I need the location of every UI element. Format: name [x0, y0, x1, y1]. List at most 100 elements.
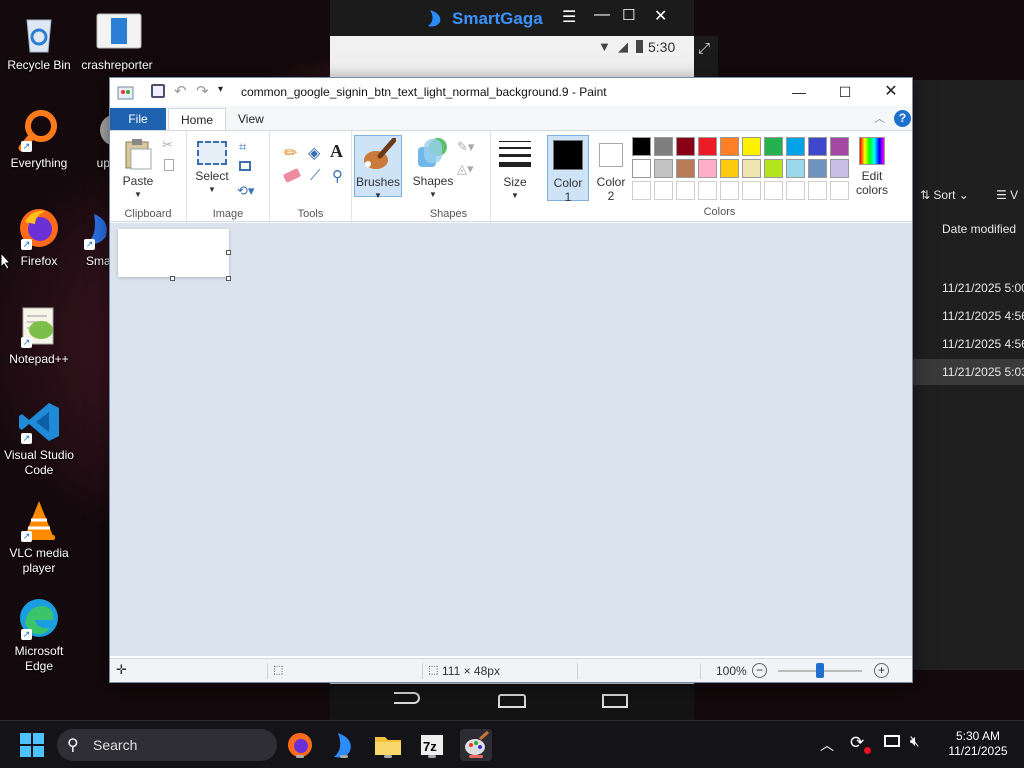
minimize-icon[interactable]: —	[594, 6, 610, 24]
zoom-slider-thumb[interactable]	[816, 663, 824, 678]
palette-swatch[interactable]	[698, 181, 717, 200]
undo-icon[interactable]: ↶	[174, 82, 187, 100]
palette-swatch[interactable]	[764, 137, 783, 156]
maximize-icon[interactable]: ☐	[622, 6, 635, 24]
drawing-canvas[interactable]	[118, 229, 229, 277]
help-icon[interactable]: ?	[894, 110, 911, 127]
palette-swatch[interactable]	[654, 181, 673, 200]
file-explorer-window[interactable]: ⇅ Sort ⌄ ☰ V Date modified 11/21/2025 5:…	[912, 80, 1024, 670]
network-icon[interactable]	[884, 735, 900, 747]
rotate-icon[interactable]: ⟲▾	[237, 183, 254, 199]
copy-icon[interactable]	[164, 159, 174, 171]
collapse-ribbon-icon[interactable]: ︿	[874, 110, 885, 126]
palette-swatch[interactable]	[808, 137, 827, 156]
pencil-icon[interactable]: ✏	[284, 143, 297, 163]
palette-swatch[interactable]	[720, 137, 739, 156]
tab-view[interactable]: View	[226, 108, 276, 130]
palette-swatch[interactable]	[654, 159, 673, 178]
cut-icon[interactable]: ✂	[162, 137, 173, 153]
paste-button[interactable]: Paste ▼	[116, 137, 160, 202]
taskbar-search-box[interactable]: ⚲ Search	[57, 729, 277, 761]
palette-swatch[interactable]	[698, 137, 717, 156]
palette-swatch[interactable]	[698, 159, 717, 178]
resize-handle-corner[interactable]	[226, 276, 231, 281]
palette-swatch[interactable]	[786, 181, 805, 200]
desktop-icon-firefox[interactable]: ↗ Firefox	[1, 206, 77, 269]
palette-swatch[interactable]	[632, 181, 651, 200]
close-button[interactable]: ✕	[868, 78, 914, 106]
table-row[interactable]: 11/21/2025 5:03	[942, 365, 1024, 379]
save-icon[interactable]	[151, 84, 165, 98]
color-picker-icon[interactable]: ⟋	[310, 167, 321, 184]
start-button[interactable]	[20, 733, 44, 757]
desktop-icon-edge[interactable]: ↗ Microsoft Edge	[1, 596, 77, 674]
home-icon[interactable]	[498, 694, 526, 708]
sync-icon[interactable]: ⟳	[850, 733, 864, 753]
magnifier-icon[interactable]: ⚲	[332, 167, 343, 185]
taskbar-paint[interactable]	[460, 729, 492, 761]
size-button[interactable]: Size ▼	[494, 137, 536, 203]
fill-icon[interactable]: ◈	[308, 143, 320, 163]
palette-swatch[interactable]	[830, 159, 849, 178]
palette-swatch[interactable]	[830, 181, 849, 200]
paint-titlebar[interactable]: ↶ ↷ ▾ common_google_signin_btn_text_ligh…	[110, 78, 912, 106]
desktop-icon-up[interactable]: up	[70, 108, 132, 171]
palette-swatch[interactable]	[654, 137, 673, 156]
shapes-button[interactable]: Shapes ▼	[411, 135, 455, 202]
resize-handle-bottom[interactable]	[170, 276, 175, 281]
desktop-icon-vscode[interactable]: ↗ Visual Studio Code	[1, 400, 77, 478]
palette-swatch[interactable]	[742, 159, 761, 178]
maximize-button[interactable]: ☐	[822, 78, 868, 106]
system-clock[interactable]: 5:30 AM 11/21/2025	[936, 729, 1020, 759]
color2-button[interactable]: Color 2	[590, 135, 632, 203]
resize-icon[interactable]	[239, 161, 251, 171]
paint-window[interactable]: ↶ ↷ ▾ common_google_signin_btn_text_ligh…	[109, 77, 913, 683]
sort-button[interactable]: ⇅ Sort ⌄	[920, 188, 969, 202]
menu-icon[interactable]: ☰	[562, 7, 576, 27]
show-hidden-icons-icon[interactable]: ︿	[820, 735, 834, 755]
palette-swatch[interactable]	[764, 159, 783, 178]
palette-swatch[interactable]	[830, 137, 849, 156]
canvas-area[interactable]	[110, 223, 912, 656]
recents-icon[interactable]	[602, 694, 628, 708]
desktop-icon-recycle-bin[interactable]: Recycle Bin	[1, 10, 77, 73]
table-row[interactable]: 11/21/2025 5:00	[942, 281, 1024, 295]
table-row[interactable]: 11/21/2025 4:56	[942, 337, 1024, 351]
minimize-button[interactable]: —	[776, 78, 822, 106]
desktop-icon-vlc[interactable]: ↗ VLC media player	[1, 498, 77, 576]
taskbar-smartgaga[interactable]	[328, 729, 360, 761]
taskbar-file-explorer[interactable]	[372, 729, 404, 761]
palette-swatch[interactable]	[632, 159, 651, 178]
taskbar-firefox[interactable]	[284, 729, 316, 761]
redo-icon[interactable]: ↷	[196, 82, 209, 100]
tab-file[interactable]: File	[110, 108, 166, 130]
desktop-icon-everything[interactable]: ↗ Everything	[1, 108, 77, 171]
palette-swatch[interactable]	[632, 137, 651, 156]
fullscreen-icon[interactable]: ⤢	[698, 40, 710, 57]
table-row[interactable]: 11/21/2025 4:56	[942, 309, 1024, 323]
palette-swatch[interactable]	[742, 137, 761, 156]
text-icon[interactable]: A	[330, 141, 343, 162]
palette-swatch[interactable]	[808, 181, 827, 200]
palette-swatch[interactable]	[676, 159, 695, 178]
desktop-icon-smartgaga[interactable]: ↗ Sma	[80, 206, 110, 269]
palette-swatch[interactable]	[720, 181, 739, 200]
quick-access-dropdown-icon[interactable]: ▾	[218, 84, 223, 95]
brushes-button[interactable]: Brushes ▼	[354, 135, 402, 200]
palette-swatch[interactable]	[676, 137, 695, 156]
eraser-icon[interactable]	[282, 168, 302, 183]
zoom-out-icon[interactable]: −	[752, 663, 767, 678]
shape-fill-icon[interactable]: ◬▾	[457, 161, 474, 177]
resize-handle-right[interactable]	[226, 250, 231, 255]
volume-muted-icon[interactable]: 🔇︎	[910, 733, 919, 750]
zoom-in-icon[interactable]: +	[874, 663, 889, 678]
outline-icon[interactable]: ✎▾	[457, 139, 474, 155]
color1-button[interactable]: Color 1	[547, 135, 589, 204]
view-button[interactable]: ☰ V	[996, 188, 1018, 202]
crop-icon[interactable]: ⌗	[239, 139, 246, 155]
desktop-icon-crashreporter[interactable]: crashreporter	[79, 10, 155, 73]
palette-swatch[interactable]	[676, 181, 695, 200]
close-icon[interactable]: ✕	[654, 6, 667, 26]
palette-swatch[interactable]	[742, 181, 761, 200]
desktop-icon-notepadpp[interactable]: ↗ Notepad++	[1, 304, 77, 367]
